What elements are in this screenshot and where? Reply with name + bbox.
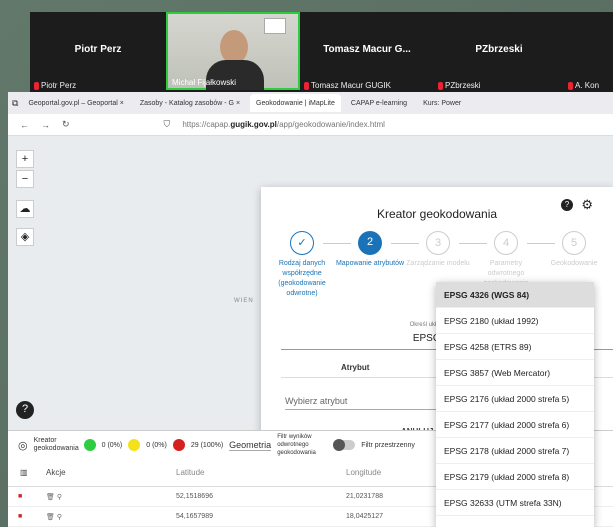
column-header-attribute: Atrybut [341, 363, 370, 372]
step-number: 5 [562, 231, 586, 255]
step-label: Zarządzanie modelu [406, 260, 470, 267]
participant-label: A. Kon [568, 81, 599, 90]
participant-name: Tomasz Macur G... [323, 44, 411, 55]
tab-kurs[interactable]: Kurs: Power [417, 94, 467, 112]
spatial-filter-label: Filtr przestrzenny [361, 441, 415, 449]
spatial-filter-toggle[interactable] [333, 439, 356, 451]
green-status-icon[interactable] [83, 439, 96, 451]
reload-icon[interactable]: ↻ [62, 119, 70, 130]
row-action-icons[interactable]: 🗑 ⚲ [46, 513, 176, 521]
address-bar: ← → ↻ ⛉ https://capap.gugik.gov.pl/app/g… [8, 114, 613, 136]
step-label: Rodzaj danych współrzędne (geokodowanie … [278, 260, 326, 297]
step-label: Mapowanie atrybutów [335, 260, 405, 267]
step-4[interactable]: 4 Parametry odwrotnego geokodowania [471, 231, 541, 289]
geometry-select[interactable]: Geometria [229, 440, 272, 451]
step-label: Geokodowanie [550, 260, 598, 267]
step-number: 3 [426, 231, 450, 255]
help-icon[interactable]: ? [16, 401, 34, 419]
crs-option[interactable]: EPSG 2176 (układ 2000 strefa 5) [436, 386, 594, 412]
attribute-select[interactable]: Wybierz atrybut ▼ [285, 396, 445, 410]
back-icon[interactable]: ← [20, 120, 29, 130]
columns-icon[interactable]: ▥ [8, 468, 46, 477]
green-count: 0 (0%) [101, 441, 123, 449]
lock-icon: ⛉ [163, 119, 171, 129]
tab-geoportal[interactable]: Geoportal.gov.pl – Geoportal × [22, 94, 129, 112]
muted-mic-icon [304, 81, 309, 90]
participant-label: PZbrzeski [438, 81, 481, 90]
step-number: 2 [358, 231, 382, 255]
wall-poster [264, 18, 286, 34]
error-marker-icon: ■ [18, 493, 23, 500]
forward-icon[interactable]: → [41, 120, 50, 130]
participant-tile[interactable]: A. Kon [564, 12, 613, 92]
active-speaker-video[interactable]: Michał Fijałkowski [166, 12, 300, 90]
cell-latitude: 54,1657989 [176, 513, 213, 520]
check-icon: ✓ [290, 231, 314, 255]
crs-option[interactable]: EPSG 2179 (układ 2000 strefa 8) [436, 464, 594, 490]
screen: Piotr Perz Piotr Perz Michał Fijałkowski… [0, 0, 613, 527]
participant-label: Tomasz Macur GUGIK [304, 81, 391, 90]
step-number: 4 [494, 231, 518, 255]
gear-icon[interactable]: ⚙ [581, 197, 593, 213]
yellow-status-icon[interactable] [128, 439, 141, 451]
crs-option[interactable]: EPSG 4326 (WGS 84) [436, 282, 594, 308]
column-header-latitude[interactable]: Latitude [176, 468, 346, 477]
video-call-bar: Piotr Perz Piotr Perz Michał Fijałkowski… [30, 12, 613, 92]
participant-name: PZbrzeski [475, 44, 523, 55]
tab-zasoby[interactable]: Zasoby - Katalog zasobów - G × [134, 94, 246, 112]
participant-tile[interactable]: Tomasz Macur G... Tomasz Macur GUGIK [300, 12, 434, 92]
layers-icon[interactable]: ◈ [16, 228, 34, 246]
help-icon[interactable]: ? [561, 199, 573, 211]
yellow-count: 0 (0%) [146, 441, 167, 449]
tab-geokodowanie[interactable]: Geokodowanie | iMapLite [250, 94, 341, 112]
participant-label: Michał Fijałkowski [172, 78, 237, 87]
tab-capap[interactable]: CAPAP e-learning [345, 94, 413, 112]
upload-icon[interactable]: ☁ [16, 200, 34, 218]
crs-option[interactable]: EPSG 3857 (Web Mercator) [436, 360, 594, 386]
participant-name: Piotr Perz [74, 44, 122, 55]
step-5[interactable]: 5 Geokodowanie [539, 231, 609, 269]
tab-strip: ⧉ Geoportal.gov.pl – Geoportal × Zasoby … [8, 92, 613, 114]
participant-tile[interactable]: PZbrzeski PZbrzeski [434, 12, 564, 92]
map-place-label: WIEN [234, 298, 254, 304]
crs-option[interactable]: EPSG 32633 (UTM strefa 33N) [436, 490, 594, 516]
speaker-face [220, 30, 248, 64]
crs-option[interactable]: EPSG 2180 (układ 1992) [436, 308, 594, 334]
dialog-title: Kreator geokodowania [376, 207, 498, 221]
red-status-icon[interactable] [172, 439, 185, 451]
target-icon[interactable]: ◎ [18, 439, 28, 452]
red-count: 29 (100%) [190, 441, 224, 449]
filter-label: Filtr wyników odwrotnego geokodowania [277, 434, 316, 456]
tab-list-icon[interactable]: ⧉ [12, 98, 18, 109]
column-header-actions: Akcje [46, 468, 66, 477]
muted-mic-icon [568, 81, 573, 90]
zoom-in-button[interactable]: + [16, 150, 34, 168]
wizard-link[interactable]: Kreator geokodowania [34, 437, 79, 453]
participant-tile[interactable]: Piotr Perz Piotr Perz [30, 12, 166, 92]
error-marker-icon: ■ [18, 513, 23, 520]
crs-option[interactable]: EPSG 4258 (ETRS 89) [436, 334, 594, 360]
step-3[interactable]: 3 Zarządzanie modelu [403, 231, 473, 269]
zoom-out-button[interactable]: − [16, 170, 34, 188]
muted-mic-icon [34, 81, 39, 90]
muted-mic-icon [438, 81, 443, 90]
crs-dropdown-list: EPSG 4326 (WGS 84) EPSG 2180 (układ 1992… [436, 282, 594, 527]
cell-latitude: 52,1518696 [176, 493, 213, 500]
crs-option[interactable]: EPSG 2178 (układ 2000 strefa 7) [436, 438, 594, 464]
url-field[interactable]: https://capap.gugik.gov.pl/app/geokodowa… [182, 120, 385, 129]
participant-label: Piotr Perz [34, 81, 76, 90]
row-action-icons[interactable]: 🗑 ⚲ [46, 493, 176, 501]
step-2[interactable]: 2 Mapowanie atrybutów [335, 231, 405, 269]
crs-option[interactable]: EPSG 2177 (układ 2000 strefa 6) [436, 412, 594, 438]
step-1[interactable]: ✓ Rodzaj danych współrzędne (geokodowani… [267, 231, 337, 299]
